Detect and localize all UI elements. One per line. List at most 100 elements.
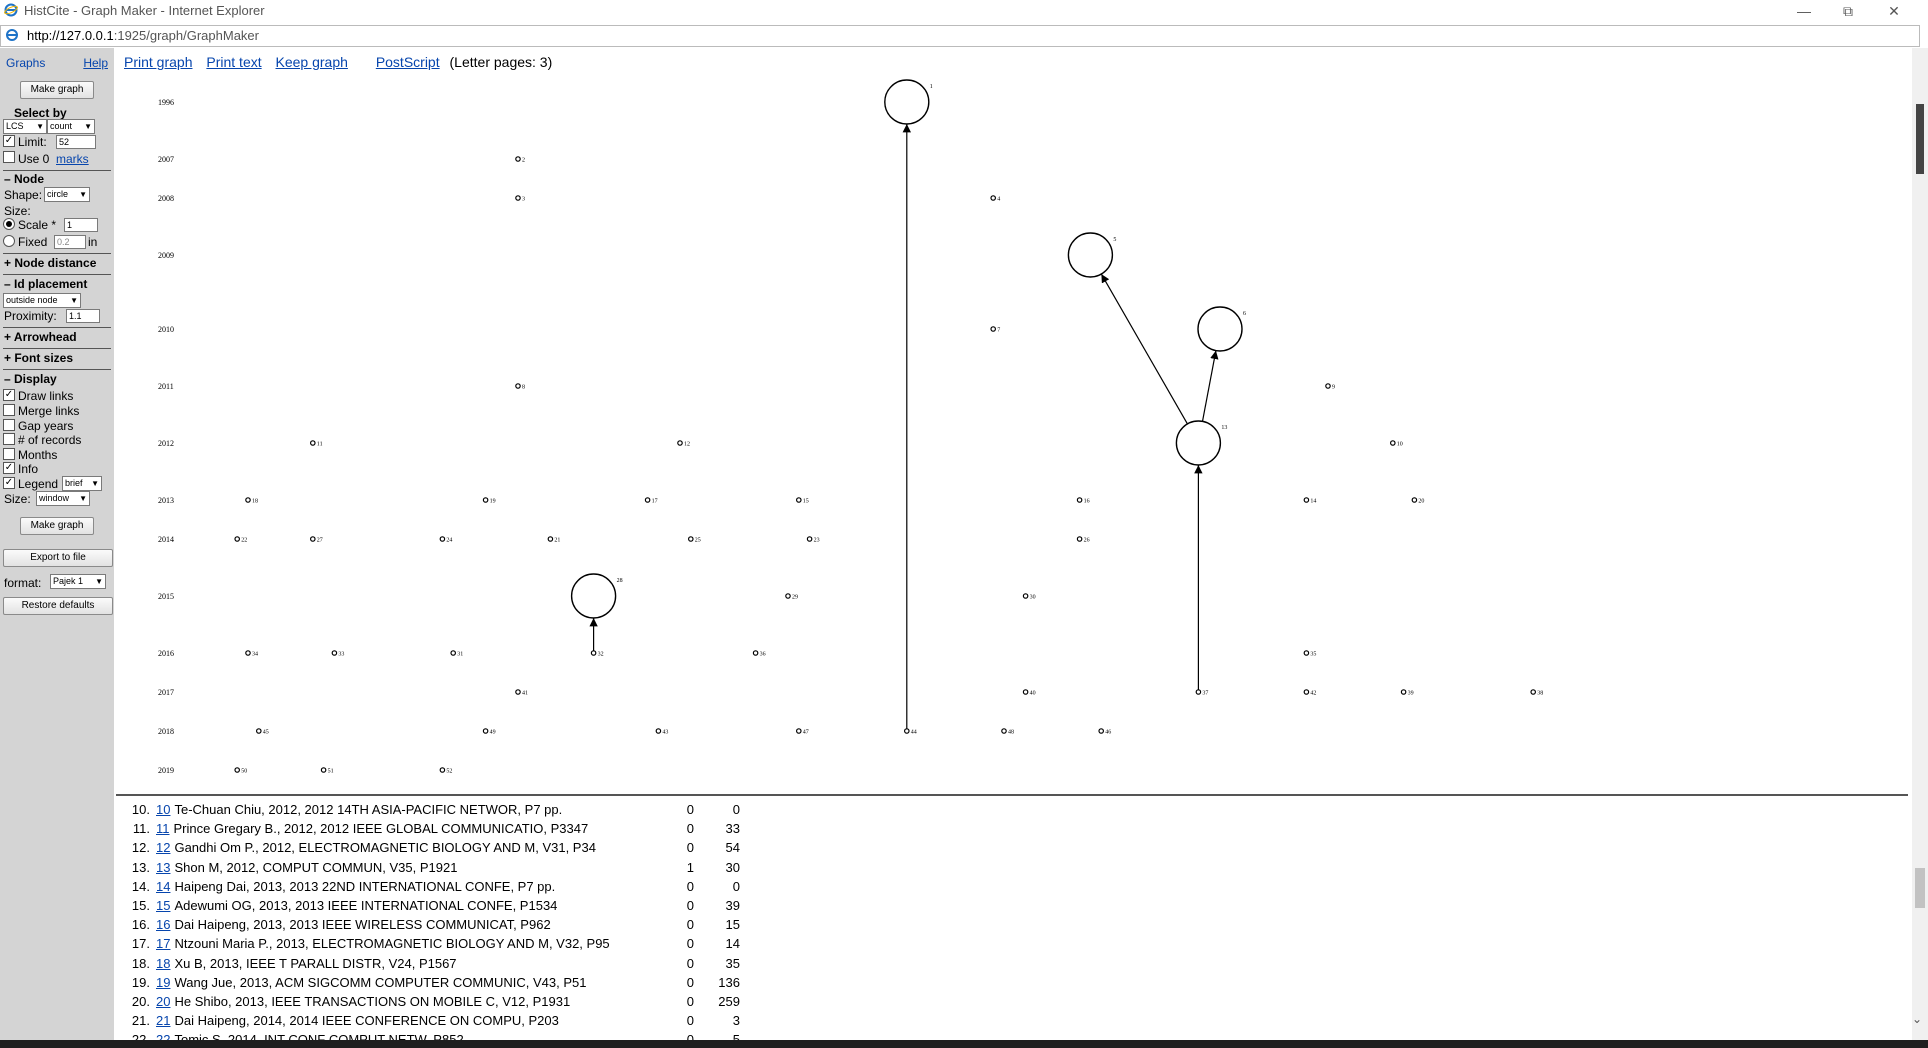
graph-node[interactable]: [990, 326, 997, 332]
node-section-toggle[interactable]: – Node: [4, 172, 44, 186]
scroll-down-icon[interactable]: ⌄: [1912, 1012, 1922, 1026]
font-sizes-section-toggle[interactable]: + Font sizes: [4, 351, 73, 365]
gap-years-checkbox[interactable]: [3, 419, 15, 431]
merge-links-checkbox[interactable]: [3, 404, 15, 416]
record-id-link[interactable]: 16: [156, 917, 170, 932]
graph-node[interactable]: [1175, 420, 1222, 466]
graph-node[interactable]: [1067, 232, 1114, 278]
graph-node[interactable]: [655, 728, 662, 734]
graphs-link[interactable]: Graphs: [6, 56, 45, 70]
graph-node[interactable]: [1001, 728, 1007, 734]
record-id-link[interactable]: 13: [156, 860, 170, 875]
graph-node[interactable]: [1022, 593, 1029, 599]
graph-node[interactable]: [570, 573, 617, 619]
graph-node[interactable]: [1197, 306, 1243, 352]
num-records-checkbox[interactable]: [3, 433, 15, 445]
graph-node[interactable]: [1022, 689, 1029, 695]
graph-node[interactable]: [687, 536, 694, 542]
record-id-link[interactable]: 22: [156, 1032, 170, 1040]
graph-node[interactable]: [331, 650, 338, 656]
select-by-field-dropdown[interactable]: LCS ▼: [3, 119, 47, 134]
graph-node[interactable]: [256, 728, 262, 734]
arrowhead-section-toggle[interactable]: + Arrowhead: [4, 330, 77, 344]
graph-node[interactable]: [884, 79, 930, 125]
list-scrollbar[interactable]: ⌄: [1912, 760, 1928, 1040]
graph-node[interactable]: [1400, 689, 1407, 695]
graph-node[interactable]: [644, 497, 651, 503]
address-bar[interactable]: http://127.0.0.1:1925/graph/GraphMaker: [0, 25, 1920, 47]
graph-node[interactable]: [990, 195, 997, 201]
legend-checkbox[interactable]: ✓: [3, 477, 15, 489]
draw-links-checkbox[interactable]: ✓: [3, 389, 15, 401]
scale-radio[interactable]: [3, 218, 15, 230]
graph-node[interactable]: [1530, 689, 1537, 695]
format-dropdown[interactable]: Pajek 1 ▼: [50, 574, 106, 589]
record-id-link[interactable]: 19: [156, 975, 170, 990]
graph-node[interactable]: [795, 497, 802, 503]
graph-node[interactable]: [752, 650, 759, 656]
graph-node[interactable]: [590, 650, 597, 656]
print-graph-link[interactable]: Print graph: [124, 54, 192, 70]
scale-input[interactable]: 1: [64, 218, 98, 232]
record-id-link[interactable]: 11: [156, 821, 170, 836]
graph-node[interactable]: [547, 536, 554, 542]
node-distance-section-toggle[interactable]: + Node distance: [4, 256, 96, 270]
graph-node[interactable]: [515, 156, 521, 162]
id-placement-section-toggle[interactable]: – Id placement: [4, 277, 87, 291]
record-id-link[interactable]: 10: [156, 802, 170, 817]
graph-node[interactable]: [515, 383, 521, 389]
minimize-button[interactable]: —: [1784, 0, 1824, 22]
graph-node[interactable]: [515, 689, 521, 695]
use-marks-checkbox[interactable]: [3, 151, 15, 163]
export-to-file-button[interactable]: Export to file: [3, 549, 113, 567]
graph-node[interactable]: [1076, 536, 1083, 542]
make-graph-button-2[interactable]: Make graph: [20, 517, 94, 535]
graph-node[interactable]: [245, 650, 251, 656]
graph-node[interactable]: [1303, 497, 1310, 503]
graph-node[interactable]: [515, 195, 521, 201]
url-text[interactable]: http://127.0.0.1:1925/graph/GraphMaker: [27, 28, 259, 43]
legend-dropdown[interactable]: brief ▼: [62, 476, 102, 491]
graph-node[interactable]: [234, 767, 241, 773]
graph-node[interactable]: [482, 728, 489, 734]
graph-node[interactable]: [1303, 689, 1310, 695]
graph-node[interactable]: [482, 497, 489, 503]
fixed-radio[interactable]: [3, 235, 15, 247]
restore-button[interactable]: ⧉: [1828, 0, 1868, 22]
graph-node[interactable]: [439, 767, 446, 773]
graph-node[interactable]: [795, 728, 802, 734]
postscript-link[interactable]: PostScript: [376, 54, 440, 70]
fixed-input[interactable]: 0.2: [54, 235, 86, 249]
graph-node[interactable]: [1390, 440, 1396, 446]
make-graph-button[interactable]: Make graph: [20, 81, 94, 99]
graph-scrollbar-thumb[interactable]: [1916, 104, 1924, 174]
graph-node[interactable]: [1098, 728, 1105, 734]
record-id-link[interactable]: 21: [156, 1013, 170, 1028]
keep-graph-link[interactable]: Keep graph: [276, 54, 348, 70]
id-placement-dropdown[interactable]: outside node ▼: [3, 293, 81, 308]
graph-node[interactable]: [806, 536, 813, 542]
graph-node[interactable]: [1303, 650, 1310, 656]
size-dropdown[interactable]: window ▼: [36, 491, 90, 506]
record-id-link[interactable]: 12: [156, 840, 170, 855]
graph-scrollbar[interactable]: [1912, 48, 1928, 788]
graph-node[interactable]: [785, 593, 791, 599]
info-checkbox[interactable]: ✓: [3, 462, 15, 474]
graph-node[interactable]: [439, 536, 446, 542]
graph-node[interactable]: [1411, 497, 1418, 503]
record-id-link[interactable]: 18: [156, 956, 170, 971]
help-link[interactable]: Help: [83, 56, 108, 70]
restore-defaults-button[interactable]: Restore defaults: [3, 597, 113, 615]
graph-node[interactable]: [310, 536, 316, 542]
limit-checkbox[interactable]: ✓: [3, 135, 15, 147]
graph-node[interactable]: [1195, 689, 1202, 695]
list-scrollbar-thumb[interactable]: [1915, 868, 1925, 908]
graph-node[interactable]: [1076, 497, 1083, 503]
graph-node[interactable]: [903, 728, 910, 734]
select-by-mode-dropdown[interactable]: count ▼: [47, 119, 95, 134]
close-button[interactable]: ✕: [1874, 0, 1914, 22]
graph-node[interactable]: [245, 497, 251, 503]
print-text-link[interactable]: Print text: [206, 54, 261, 70]
graph-node[interactable]: [310, 440, 316, 446]
record-id-link[interactable]: 15: [156, 898, 170, 913]
